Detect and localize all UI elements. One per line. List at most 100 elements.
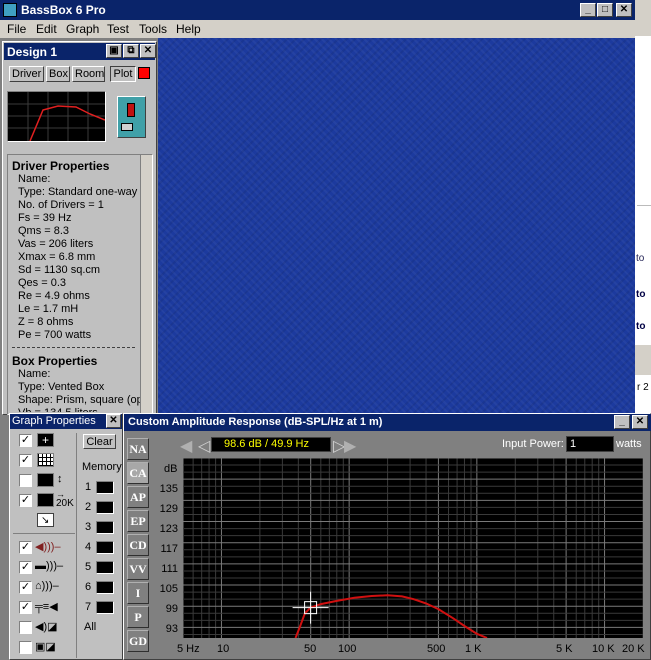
close-button[interactable]: ✕ <box>616 3 632 17</box>
graph-properties-close-button[interactable]: ✕ <box>106 414 121 428</box>
frequency-range-icon[interactable] <box>37 493 54 507</box>
tab-cd[interactable]: CD <box>127 534 149 556</box>
checkbox-driver-response[interactable]: ✓ <box>19 541 32 554</box>
checkbox-speaker-compare[interactable] <box>19 621 32 634</box>
tab-room[interactable]: Room <box>72 66 105 82</box>
maximize-button[interactable]: □ <box>597 3 613 17</box>
memory-slot-2[interactable] <box>96 501 114 514</box>
cursor-left-fast-icon[interactable]: ◀ <box>180 436 192 456</box>
menu-test[interactable]: Test <box>107 22 129 36</box>
speaker-box-icon[interactable] <box>117 96 146 138</box>
filter-speaker-icon[interactable]: ╤≡◀ <box>35 600 58 613</box>
properties-scrollbar[interactable] <box>140 155 152 414</box>
x-tick-label: 20 K <box>622 643 645 655</box>
port-icon[interactable]: ▬)))– <box>35 560 63 572</box>
cursor-left-icon[interactable]: ◁ <box>198 436 210 456</box>
menu-file[interactable]: File <box>7 22 26 36</box>
menu-edit[interactable]: Edit <box>36 22 57 36</box>
y-axis-label: dB <box>164 463 178 475</box>
memory-slot-4[interactable] <box>96 541 114 554</box>
tab-gd[interactable]: GD <box>127 630 149 652</box>
tab-na[interactable]: NA <box>127 438 149 460</box>
tab-driver[interactable]: Driver <box>9 66 44 82</box>
memory-slot-number: 5 <box>85 561 92 573</box>
checkbox-filter-response[interactable]: ✓ <box>19 601 32 614</box>
driver-prop-line: Z = 8 ohms <box>18 316 74 328</box>
design-copy-button[interactable]: ⧉ <box>123 44 139 58</box>
box-prop-line: Shape: Prism, square (opt <box>18 394 140 406</box>
box-properties-heading: Box Properties <box>12 354 98 368</box>
driver-prop-line: Name: <box>18 173 51 185</box>
memory-all-label[interactable]: All <box>84 621 96 633</box>
cursor-right-fast-icon[interactable]: ▶ <box>344 436 356 456</box>
driver-prop-line: Fs = 39 Hz <box>18 212 72 224</box>
box-prop-line: Vb = 134.5 liters <box>18 407 98 412</box>
y-tick-label: 93 <box>165 623 178 635</box>
tab-p[interactable]: P <box>127 606 149 628</box>
x-tick-label: 10 K <box>592 643 615 655</box>
menu-help[interactable]: Help <box>176 22 201 36</box>
amplifier-icon[interactable]: ▣◪ <box>35 640 56 653</box>
design-close-button[interactable]: ✕ <box>140 44 156 58</box>
graph-minimize-button[interactable]: _ <box>614 415 630 429</box>
y-tick-label: 99 <box>165 603 178 615</box>
legend-position-icon[interactable]: ↘ <box>37 513 54 527</box>
graph-close-button[interactable]: ✕ <box>632 415 648 429</box>
design-title: Design 1 <box>7 45 58 59</box>
mini-plot-thumbnail[interactable] <box>7 91 106 142</box>
vertical-scale-icon[interactable] <box>37 473 54 487</box>
right-arrow-icon: → <box>56 489 65 499</box>
checkbox-show-grid[interactable]: ✓ <box>19 454 32 467</box>
y-tick-label: 117 <box>160 543 178 555</box>
checkbox-amplifier[interactable] <box>19 641 32 654</box>
memory-slot-3[interactable] <box>96 521 114 534</box>
tab-vv[interactable]: VV <box>127 558 149 580</box>
menu-tools[interactable]: Tools <box>139 22 167 36</box>
x-tick-label: 1 K <box>465 643 482 655</box>
tab-plot[interactable]: Plot <box>110 66 136 82</box>
design-save-button[interactable]: ▣ <box>106 44 122 58</box>
room-house-icon[interactable]: ⌂)))– <box>35 580 59 592</box>
memory-slot-5[interactable] <box>96 561 114 574</box>
checkbox-port-response[interactable]: ✓ <box>19 561 32 574</box>
app-title: BassBox 6 Pro <box>21 3 106 17</box>
y-tick-label: 123 <box>159 523 178 535</box>
tab-box[interactable]: Box <box>46 66 70 82</box>
checkbox-show-cursor[interactable]: ✓ <box>19 434 32 447</box>
driver-prop-line: Qms = 8.3 <box>18 225 70 237</box>
clear-button[interactable]: Clear <box>83 434 116 449</box>
memory-slot-number: 2 <box>85 501 92 513</box>
crosshair-icon[interactable]: + <box>37 433 54 447</box>
tab-ap[interactable]: AP <box>127 486 149 508</box>
frequency-20k-label: 20K <box>56 498 74 509</box>
memory-slot-number: 3 <box>85 521 92 533</box>
memory-slot-1[interactable] <box>96 481 114 494</box>
checkbox-frequency-range[interactable]: ✓ <box>19 494 32 507</box>
driver-speaker-icon[interactable]: ◀)))– <box>35 540 61 553</box>
properties-divider <box>12 347 135 348</box>
memory-slot-7[interactable] <box>96 601 114 614</box>
tab-ep[interactable]: EP <box>127 510 149 532</box>
memory-slot-6[interactable] <box>96 581 114 594</box>
checkbox-vertical-scale[interactable] <box>19 474 32 487</box>
driver-prop-line: Re = 4.9 ohms <box>18 290 90 302</box>
grid-icon[interactable] <box>37 453 54 467</box>
memory-label: Memory <box>82 461 122 473</box>
checkbox-room-response[interactable]: ✓ <box>19 581 32 594</box>
menu-graph[interactable]: Graph <box>66 22 99 36</box>
speaker-compare-icon[interactable]: ◀)◪ <box>35 620 58 633</box>
amplitude-response-plot[interactable] <box>183 458 643 638</box>
minimize-button[interactable]: _ <box>580 3 596 17</box>
driver-properties-heading: Driver Properties <box>12 159 110 173</box>
vertical-arrows-icon: ↕ <box>57 473 63 485</box>
y-tick-label: 135 <box>159 483 178 495</box>
cursor-readout-text: 98.6 dB / 49.9 Hz <box>224 438 309 450</box>
driver-prop-line: Le = 1.7 mH <box>18 303 79 315</box>
driver-prop-line: Pe = 700 watts <box>18 329 92 341</box>
memory-slot-number: 7 <box>85 601 92 613</box>
tab-i[interactable]: I <box>127 582 149 604</box>
plot-color-indicator[interactable] <box>138 67 150 79</box>
y-tick-label: 111 <box>161 563 178 575</box>
tab-ca[interactable]: CA <box>127 462 149 484</box>
workspace-background <box>158 38 635 414</box>
